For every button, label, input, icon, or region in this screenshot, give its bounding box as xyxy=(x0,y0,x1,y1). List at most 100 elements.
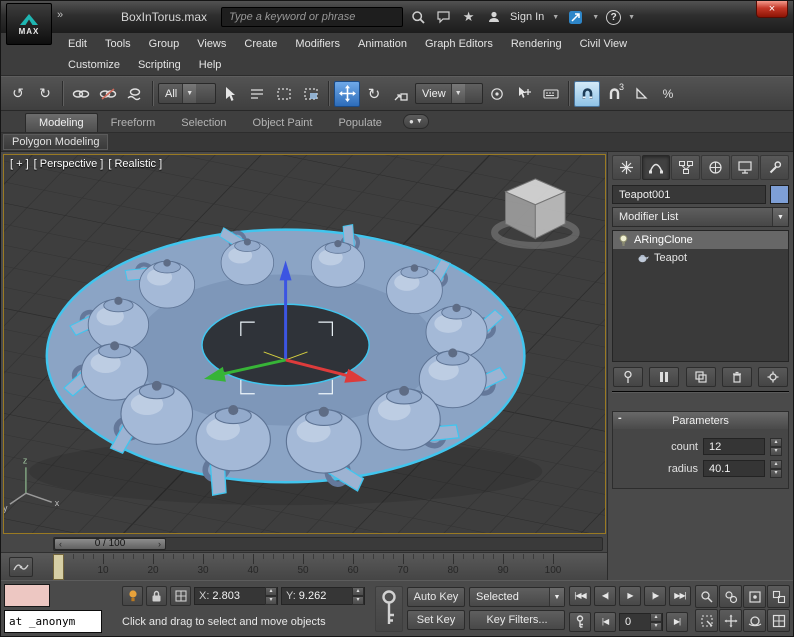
select-and-rotate-button[interactable]: ↻ xyxy=(361,81,387,107)
spinner-up-icon[interactable]: ▴ xyxy=(352,587,364,596)
chevron-down-icon[interactable]: ▼ xyxy=(552,14,559,21)
y-coordinate-field[interactable]: Y: 9.262 ▴ ▾ xyxy=(281,586,365,605)
zoom-button[interactable] xyxy=(695,585,718,608)
auto-key-button[interactable]: Auto Key xyxy=(407,587,465,607)
zoom-extents-button[interactable] xyxy=(743,585,766,608)
snaps-toggle-button[interactable] xyxy=(574,80,600,107)
tab-hierarchy[interactable] xyxy=(671,155,701,180)
key-filters-button[interactable]: Key Filters... xyxy=(469,610,565,630)
spinner-down-icon[interactable]: ▾ xyxy=(265,596,277,605)
viewport-general-menu[interactable]: [ + ] xyxy=(10,158,29,170)
spinner-down-icon[interactable]: ▾ xyxy=(650,622,662,631)
play-button[interactable]: ▶ xyxy=(619,585,641,606)
selection-set-dropdown[interactable]: Selected ▼ xyxy=(469,587,565,607)
ribbon-tab-modeling[interactable]: Modeling xyxy=(25,113,98,132)
menu-modifiers[interactable]: Modifiers xyxy=(286,38,349,50)
select-and-manipulate-button[interactable] xyxy=(511,81,537,107)
track-bar[interactable]: 10 20 30 40 50 60 70 80 90 100 xyxy=(1,552,607,580)
menu-rendering[interactable]: Rendering xyxy=(502,38,571,50)
time-slider-handle[interactable]: ‹ 0 / 100 › xyxy=(54,537,166,550)
go-to-end-button[interactable]: ▶▶| xyxy=(669,585,691,606)
zoom-region-button[interactable] xyxy=(695,609,718,632)
x-coordinate-field[interactable]: X: 2.803 ▴ ▾ xyxy=(194,586,278,605)
menu-edit[interactable]: Edit xyxy=(59,38,96,50)
favorites-star-icon[interactable]: ★ xyxy=(459,8,478,27)
maxscript-listener-line[interactable]: at _anonym xyxy=(4,610,102,633)
go-to-start-button[interactable]: |◀◀ xyxy=(569,585,591,606)
menu-help[interactable]: Help xyxy=(190,59,231,71)
menu-create[interactable]: Create xyxy=(235,38,286,50)
radius-field[interactable]: 40.1 xyxy=(703,460,765,477)
menu-tools[interactable]: Tools xyxy=(96,38,140,50)
spinner-up-icon[interactable]: ▴ xyxy=(650,613,662,622)
communication-center-icon[interactable] xyxy=(434,8,453,27)
infocenter-icon[interactable] xyxy=(566,8,585,27)
x-spinner[interactable]: ▴ ▾ xyxy=(265,587,277,605)
pan-button[interactable] xyxy=(719,609,742,632)
menu-scripting[interactable]: Scripting xyxy=(129,59,190,71)
maximize-viewport-button[interactable] xyxy=(767,609,790,632)
tab-display[interactable] xyxy=(730,155,760,180)
use-pivot-center-button[interactable] xyxy=(484,81,510,107)
configure-modifier-sets-button[interactable] xyxy=(758,367,788,387)
ribbon-tab-freeform[interactable]: Freeform xyxy=(98,114,169,132)
count-field[interactable]: 12 xyxy=(703,438,765,455)
spinner-down-icon[interactable]: ▾ xyxy=(770,469,782,478)
isolate-selection-button[interactable] xyxy=(122,585,143,606)
window-crossing-toggle-button[interactable] xyxy=(298,81,324,107)
time-slider-track[interactable]: ‹ 0 / 100 › xyxy=(53,536,603,551)
select-object-button[interactable] xyxy=(217,81,243,107)
tab-create[interactable] xyxy=(612,155,641,180)
stack-item-teapot[interactable]: Teapot xyxy=(613,249,788,267)
orbit-button[interactable] xyxy=(743,609,766,632)
select-and-move-button[interactable] xyxy=(334,80,360,107)
reference-coordinate-dropdown[interactable]: View ▼ xyxy=(415,83,483,104)
modifier-list-dropdown[interactable]: Modifier List ▼ xyxy=(612,207,789,227)
undo-button[interactable]: ↺ xyxy=(5,81,31,107)
quick-toolbar-overflow-chevron[interactable]: » xyxy=(57,9,63,21)
snap-3d-button[interactable]: 3 xyxy=(601,81,627,107)
sign-in-link[interactable]: Sign In xyxy=(510,11,544,23)
rectangular-selection-region-button[interactable] xyxy=(271,81,297,107)
select-and-link-button[interactable] xyxy=(68,81,94,107)
ribbon-tab-populate[interactable]: Populate xyxy=(325,114,394,132)
pin-stack-button[interactable] xyxy=(613,367,643,387)
select-and-scale-button[interactable] xyxy=(388,81,414,107)
set-key-button[interactable]: Set Key xyxy=(407,610,465,630)
stack-item-aringclone[interactable]: ARingClone xyxy=(613,231,788,249)
spinner-down-icon[interactable]: ▾ xyxy=(770,447,782,456)
selection-lock-button[interactable] xyxy=(146,585,167,606)
selection-filter-dropdown[interactable]: All ▼ xyxy=(158,83,216,104)
menu-graph-editors[interactable]: Graph Editors xyxy=(416,38,502,50)
search-input[interactable] xyxy=(221,7,404,27)
current-frame-marker[interactable] xyxy=(53,554,64,580)
menu-civil-view[interactable]: Civil View xyxy=(571,38,636,50)
ribbon-tab-object-paint[interactable]: Object Paint xyxy=(240,114,326,132)
menu-group[interactable]: Group xyxy=(140,38,189,50)
viewport-shading-menu[interactable]: [ Realistic ] xyxy=(108,158,162,170)
next-frame-button[interactable]: |▶ xyxy=(644,585,666,606)
frame-spinner[interactable]: ▴ ▾ xyxy=(650,613,662,631)
perspective-viewport[interactable]: [ + ] [ Perspective ] [ Realistic ] z x y xyxy=(3,154,606,534)
chevron-down-icon[interactable]: ▼ xyxy=(592,14,599,21)
redo-button[interactable]: ↻ xyxy=(32,81,58,107)
spinner-up-icon[interactable]: ▴ xyxy=(265,587,277,596)
menu-animation[interactable]: Animation xyxy=(349,38,416,50)
zoom-all-button[interactable] xyxy=(719,585,742,608)
tab-utilities[interactable] xyxy=(760,155,790,180)
chevron-down-icon[interactable]: ▼ xyxy=(628,14,635,21)
previous-frame-arrow-icon[interactable]: ‹ xyxy=(59,539,62,549)
tab-modify[interactable] xyxy=(641,155,671,180)
current-frame-field[interactable]: 0 ▴ ▾ xyxy=(619,612,663,631)
menu-customize[interactable]: Customize xyxy=(59,59,129,71)
spinner-up-icon[interactable]: ▴ xyxy=(770,460,782,469)
radius-spinner[interactable]: ▴ ▾ xyxy=(770,460,782,478)
ribbon-tab-selection[interactable]: Selection xyxy=(168,114,239,132)
remove-modifier-button[interactable] xyxy=(721,367,752,387)
previous-key-button[interactable]: |◀ xyxy=(594,611,616,632)
set-keys-button[interactable] xyxy=(375,585,403,632)
modifier-stack[interactable]: ARingClone Teapot xyxy=(612,230,789,362)
polygon-modeling-panel-button[interactable]: Polygon Modeling xyxy=(3,134,109,150)
ribbon-config-button[interactable]: ● ▼ xyxy=(402,114,429,129)
select-by-name-button[interactable] xyxy=(244,81,270,107)
